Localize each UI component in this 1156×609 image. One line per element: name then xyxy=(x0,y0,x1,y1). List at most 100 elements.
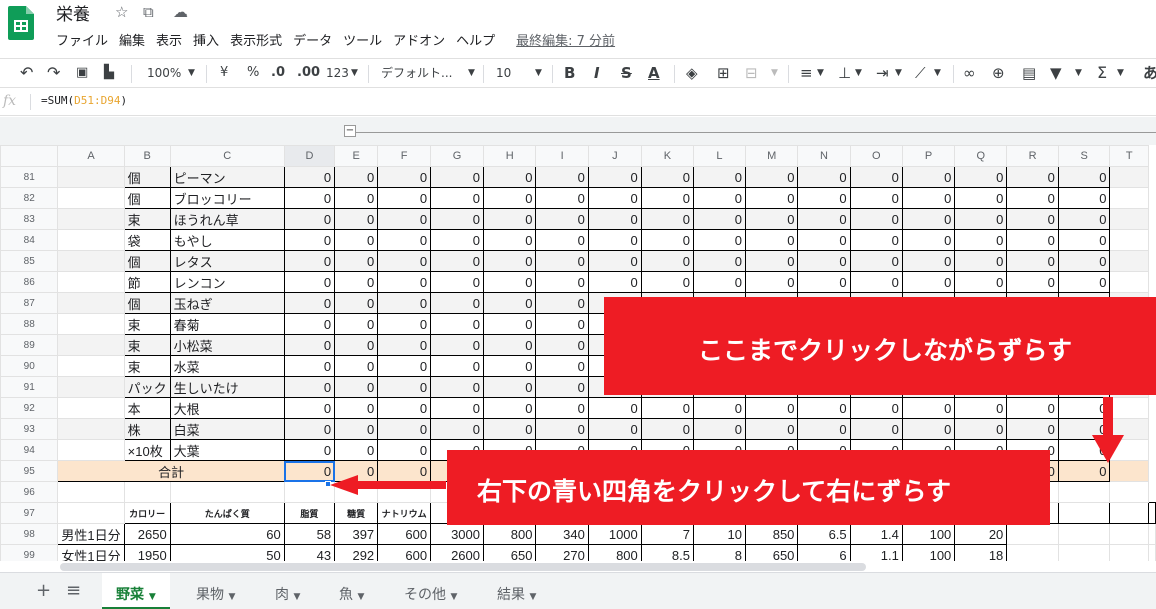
value-cell[interactable]: 0 xyxy=(535,313,589,335)
value-cell[interactable]: 0 xyxy=(1006,418,1059,440)
value-cell[interactable]: 0 xyxy=(377,166,432,188)
nutrient-header-cell[interactable]: 糖質 xyxy=(334,502,379,524)
value-cell[interactable]: 0 xyxy=(430,292,484,314)
column-header[interactable]: O xyxy=(849,145,903,167)
chevron-down-icon[interactable]: ▼ xyxy=(1075,65,1082,81)
value-cell[interactable]: 0 xyxy=(430,166,484,188)
value-cell[interactable]: 0 xyxy=(535,229,589,251)
value-cell[interactable]: 0 xyxy=(849,250,903,272)
value-cell[interactable]: 0 xyxy=(430,334,484,356)
last-edit-link[interactable]: 最終編集: 7 分前 xyxy=(516,30,615,50)
horizontal-align-icon[interactable]: ≡ xyxy=(800,65,813,81)
value-cell[interactable]: 8 xyxy=(692,544,746,561)
sheets-logo[interactable] xyxy=(8,6,34,40)
value-cell[interactable]: 43 xyxy=(283,544,336,561)
value-cell[interactable]: 0 xyxy=(535,208,589,230)
value-cell[interactable]: 0 xyxy=(849,166,903,188)
italic-button[interactable]: I xyxy=(594,65,600,81)
chevron-down-icon[interactable]: ▼ xyxy=(855,65,862,81)
select-all-corner[interactable] xyxy=(0,145,59,167)
value-cell[interactable]: 0 xyxy=(1006,229,1059,251)
value-cell[interactable]: 0 xyxy=(377,397,432,419)
value-cell[interactable]: 0 xyxy=(334,334,379,356)
value-cell[interactable]: 0 xyxy=(692,208,746,230)
row-header[interactable]: 86 xyxy=(0,271,59,293)
strikethrough-button[interactable]: S xyxy=(621,65,632,81)
text-wrap-icon[interactable]: ⇥ xyxy=(876,65,889,81)
value-cell[interactable]: 0 xyxy=(849,418,903,440)
horizontal-scrollbar[interactable] xyxy=(60,563,866,571)
value-cell[interactable]: 0 xyxy=(334,376,379,398)
value-cell[interactable]: 0 xyxy=(377,292,432,314)
column-header[interactable]: J xyxy=(587,145,642,167)
cell[interactable] xyxy=(57,502,125,524)
value-cell[interactable]: 0 xyxy=(283,292,336,314)
column-header[interactable]: N xyxy=(797,145,851,167)
value-cell[interactable]: 0 xyxy=(482,250,537,272)
value-cell[interactable]: 0 xyxy=(954,250,1008,272)
value-cell[interactable]: 0 xyxy=(334,250,379,272)
column-header[interactable]: H xyxy=(482,145,537,167)
cell[interactable] xyxy=(57,418,125,440)
value-cell[interactable]: 1.1 xyxy=(849,544,903,561)
column-header[interactable]: B xyxy=(123,145,171,167)
row-header[interactable]: 93 xyxy=(0,418,59,440)
input-tools-button[interactable]: あ xyxy=(1143,65,1156,81)
cell[interactable] xyxy=(1057,481,1111,503)
value-cell[interactable]: 0 xyxy=(901,187,956,209)
value-cell[interactable]: 0 xyxy=(430,313,484,335)
value-cell[interactable]: 18 xyxy=(954,544,1008,561)
unit-cell[interactable]: 株 xyxy=(123,418,171,440)
row-header[interactable]: 89 xyxy=(0,334,59,356)
nutrient-header-cell[interactable]: 脂質 xyxy=(283,502,336,524)
row-header[interactable]: 94 xyxy=(0,439,59,461)
value-cell[interactable]: 0 xyxy=(1057,187,1111,209)
value-cell[interactable]: 650 xyxy=(744,544,799,561)
value-cell[interactable]: 0 xyxy=(1057,166,1111,188)
value-cell[interactable]: 0 xyxy=(430,355,484,377)
cell[interactable] xyxy=(57,481,125,503)
item-name-cell[interactable]: ほうれん草 xyxy=(169,208,285,230)
nutrient-header-cell[interactable]: カロリー xyxy=(123,502,171,524)
value-cell[interactable]: 0 xyxy=(283,397,336,419)
value-cell[interactable]: 0 xyxy=(849,187,903,209)
menu-help[interactable]: ヘルプ xyxy=(456,30,495,50)
value-cell[interactable]: 7 xyxy=(640,523,694,545)
tab-fish[interactable]: 魚 ▼ xyxy=(325,573,378,609)
nutrient-header-cell[interactable]: たんぱく質 xyxy=(169,502,285,524)
document-title[interactable]: 栄養 xyxy=(56,0,90,25)
formula-input[interactable]: =SUM(D51:D94) xyxy=(41,94,127,107)
value-cell[interactable]: 0 xyxy=(797,397,851,419)
value-cell[interactable]: 0 xyxy=(377,418,432,440)
value-cell[interactable]: 0 xyxy=(744,187,799,209)
value-cell[interactable]: 0 xyxy=(430,187,484,209)
value-cell[interactable]: 2600 xyxy=(430,544,484,561)
cell[interactable] xyxy=(57,166,125,188)
value-cell[interactable]: 0 xyxy=(954,166,1008,188)
cell[interactable] xyxy=(1057,523,1111,545)
item-name-cell[interactable]: 水菜 xyxy=(169,355,285,377)
row-header[interactable]: 81 xyxy=(0,166,59,188)
row-header[interactable]: 96 xyxy=(0,481,59,503)
column-header[interactable]: R xyxy=(1006,145,1059,167)
value-cell[interactable]: 0 xyxy=(744,271,799,293)
value-cell[interactable]: 0 xyxy=(283,229,336,251)
value-cell[interactable]: 0 xyxy=(640,418,694,440)
value-cell[interactable]: 0 xyxy=(744,166,799,188)
value-cell[interactable]: 0 xyxy=(283,418,336,440)
star-icon[interactable]: ☆ xyxy=(115,3,128,21)
row-header[interactable]: 83 xyxy=(0,208,59,230)
value-cell[interactable]: 0 xyxy=(377,313,432,335)
value-cell[interactable]: 0 xyxy=(283,166,336,188)
redo-icon[interactable]: ↷ xyxy=(47,65,60,81)
value-cell[interactable]: 0 xyxy=(901,208,956,230)
column-header[interactable]: A xyxy=(57,145,125,167)
value-cell[interactable]: 50 xyxy=(169,544,285,561)
unit-cell[interactable]: 個 xyxy=(123,292,171,314)
value-cell[interactable]: 8.5 xyxy=(640,544,694,561)
value-cell[interactable]: 0 xyxy=(482,208,537,230)
unit-cell[interactable]: 個 xyxy=(123,187,171,209)
value-cell[interactable]: 0 xyxy=(377,208,432,230)
value-cell[interactable]: 0 xyxy=(535,292,589,314)
font-family-select[interactable]: デフォルト... xyxy=(381,65,452,81)
